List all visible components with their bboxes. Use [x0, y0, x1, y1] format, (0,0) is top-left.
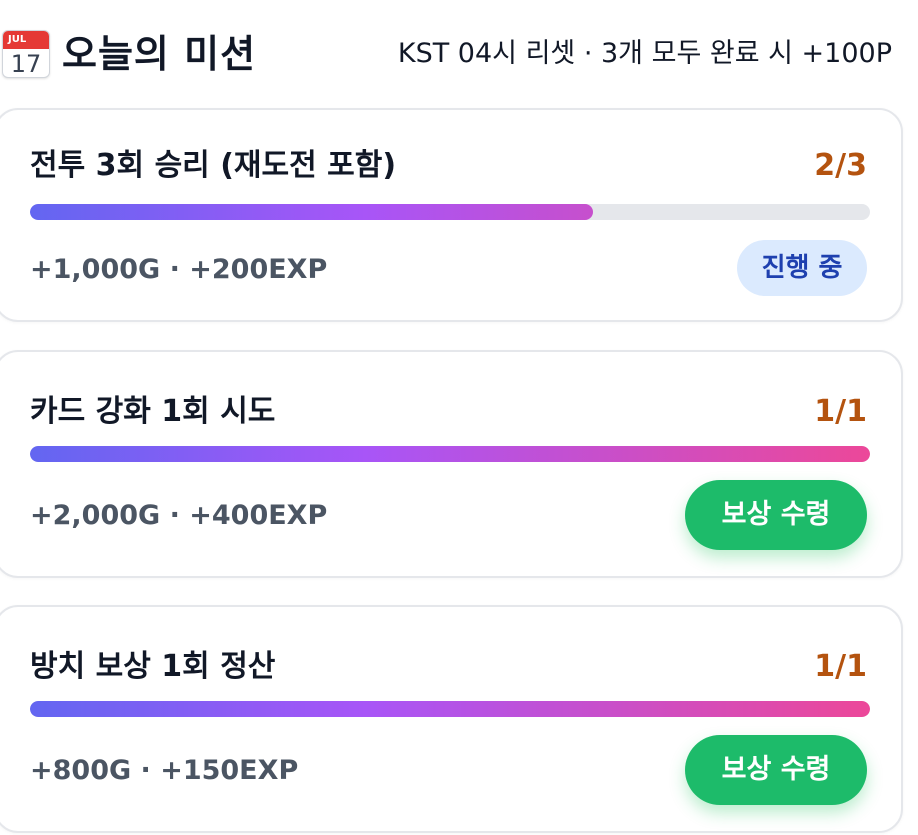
calendar-icon: JUL 17: [2, 30, 50, 78]
mission-card: 전투 3회 승리 (재도전 포함) 2/3 +1,000G · +200EXP …: [0, 108, 903, 322]
claim-reward-button[interactable]: 보상 수령: [685, 735, 867, 805]
mission-reward: +800G · +150EXP: [30, 755, 299, 786]
calendar-day: 17: [10, 50, 42, 78]
mission-progress-fill: [30, 446, 870, 462]
calendar-month: JUL: [3, 31, 49, 49]
mission-progress-bar: [30, 701, 870, 717]
mission-progress-bar: [30, 446, 870, 462]
mission-progress-bar: [30, 204, 870, 220]
mission-title: 방치 보상 1회 정산: [30, 649, 276, 684]
mission-progress-count: 2/3: [814, 148, 867, 183]
mission-title: 전투 3회 승리 (재도전 포함): [30, 148, 397, 183]
mission-card: 카드 강화 1회 시도 1/1 +2,000G · +400EXP 보상 수령: [0, 350, 903, 578]
mission-card: 방치 보상 1회 정산 1/1 +800G · +150EXP 보상 수령: [0, 605, 903, 833]
missions-header: JUL 17 오늘의 미션 KST 04시 리셋 · 3개 모두 완료 시 +1…: [0, 24, 918, 84]
mission-reward: +1,000G · +200EXP: [30, 254, 328, 285]
mission-progress-fill: [30, 204, 593, 220]
claim-reward-button[interactable]: 보상 수령: [685, 480, 867, 550]
mission-title: 카드 강화 1회 시도: [30, 394, 276, 429]
page-title: 오늘의 미션: [62, 32, 257, 76]
mission-progress-count: 1/1: [814, 649, 867, 684]
in-progress-badge: 진행 중: [737, 240, 867, 296]
mission-progress-fill: [30, 701, 870, 717]
mission-reward: +2,000G · +400EXP: [30, 500, 328, 531]
reset-info: KST 04시 리셋 · 3개 모두 완료 시 +100P: [397, 38, 892, 69]
mission-progress-count: 1/1: [814, 394, 867, 429]
